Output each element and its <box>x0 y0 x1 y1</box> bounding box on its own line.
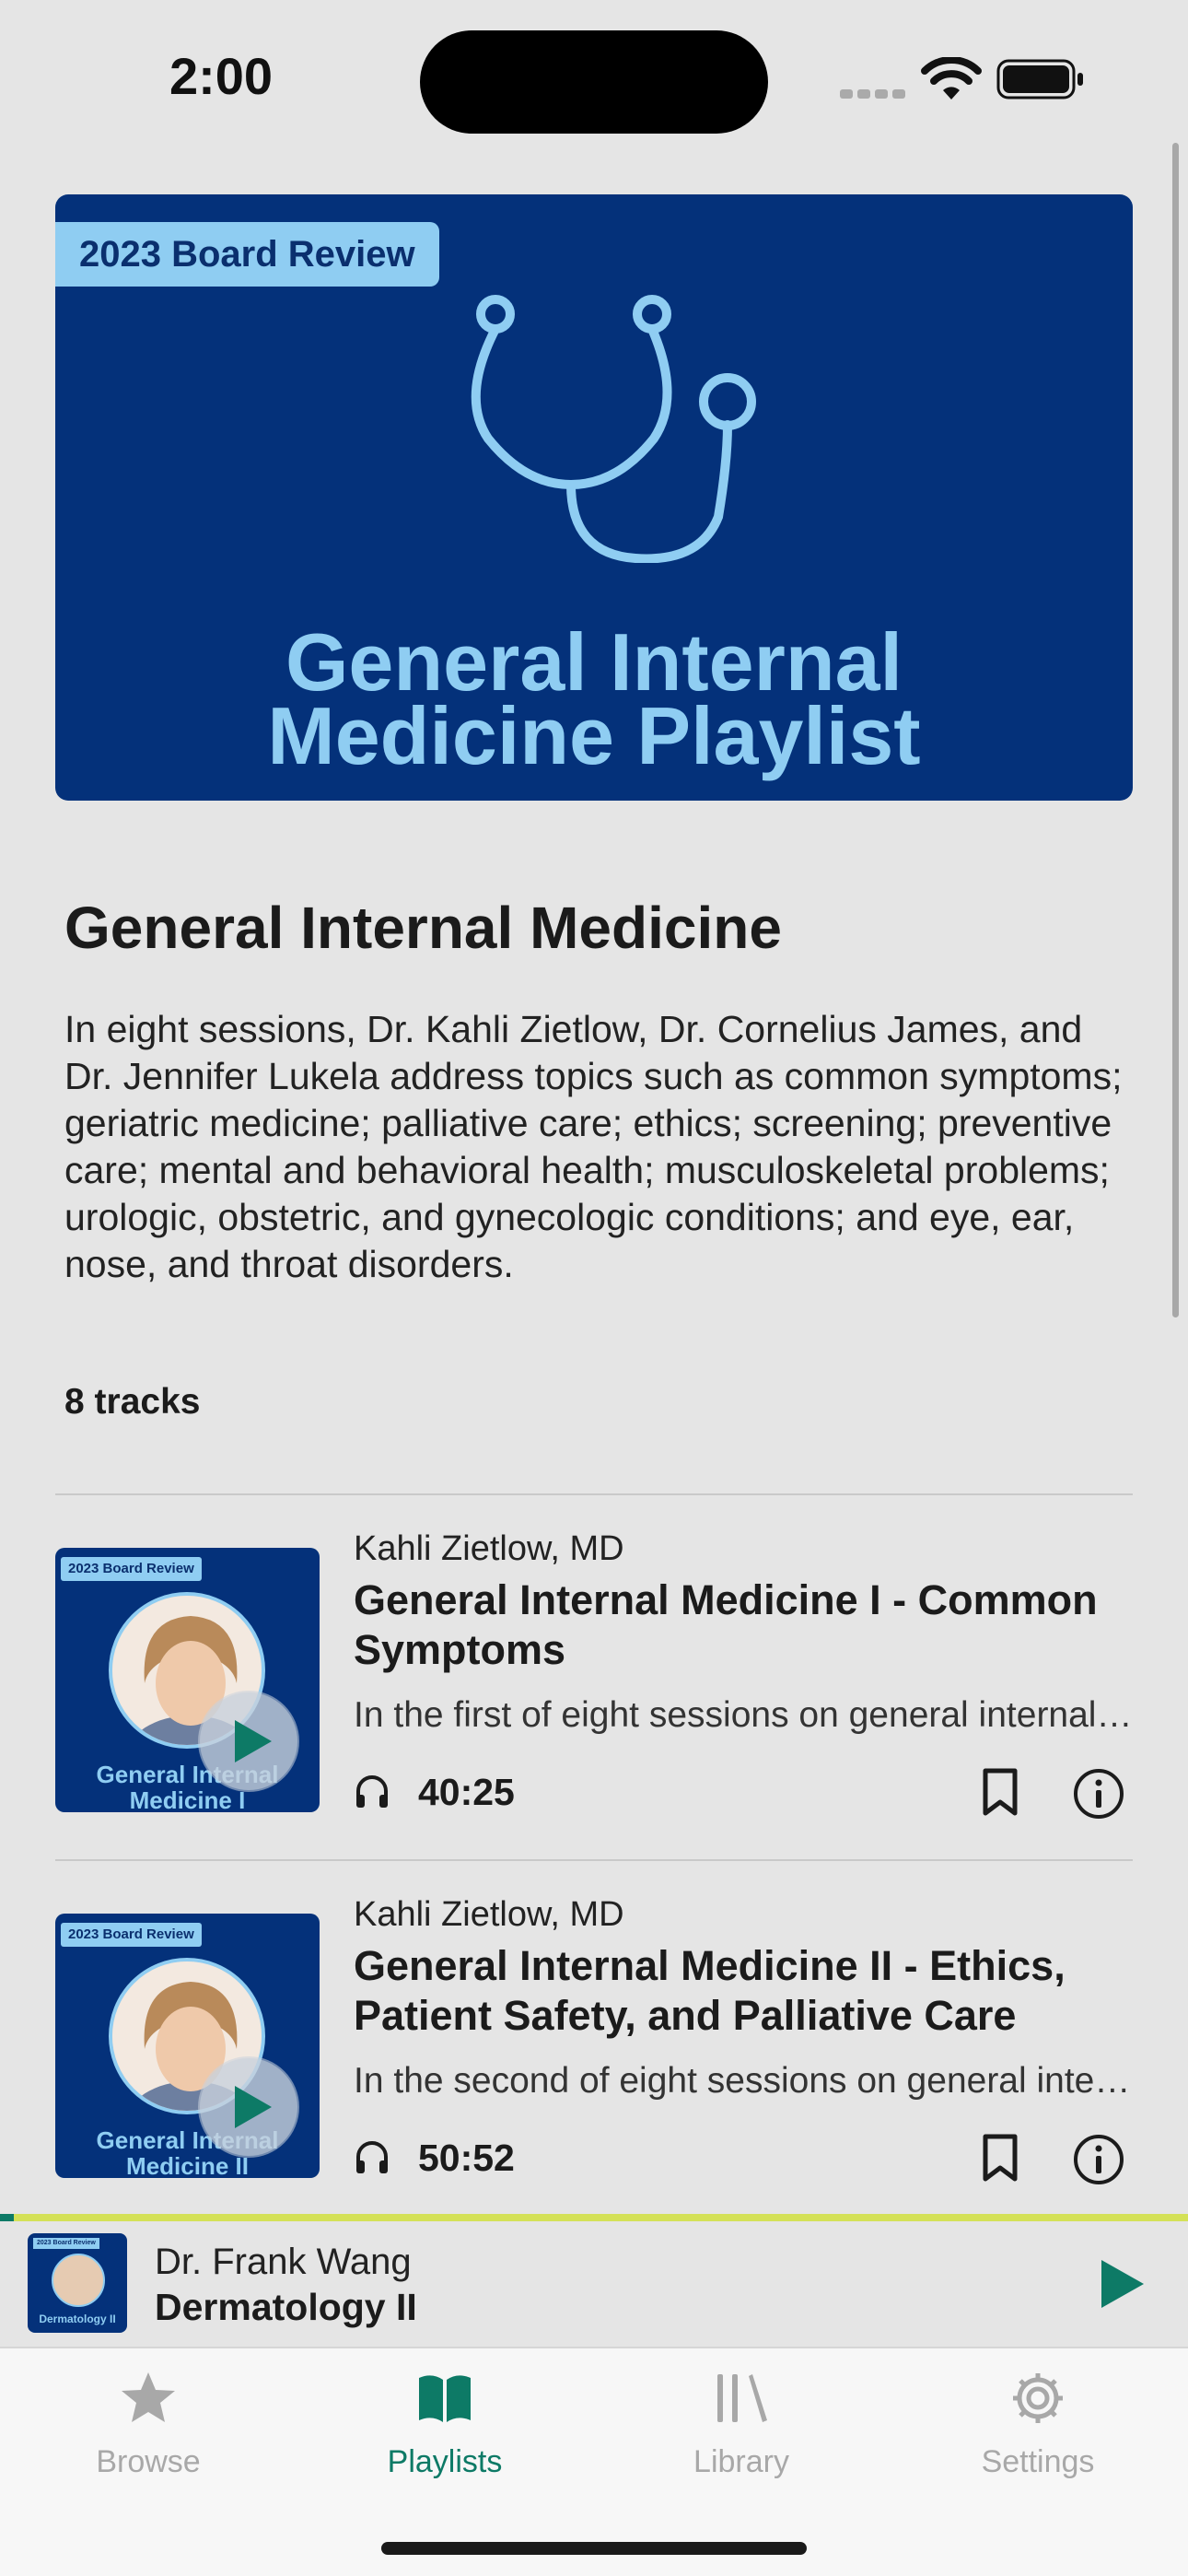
track-thumbnail[interactable]: 2023 Board Review General Internal Medic… <box>55 1548 320 1812</box>
status-time: 2:00 <box>169 47 274 105</box>
tab-label: Library <box>693 2444 789 2479</box>
track-row[interactable]: 2023 Board Review General Internal Medic… <box>55 1895 1136 2199</box>
mini-art-caption: Dermatology II <box>39 2313 116 2325</box>
track-title[interactable]: General Internal Medicine II - Ethics, P… <box>354 1941 1118 2041</box>
star-icon <box>122 2372 175 2422</box>
mini-player-play-button[interactable] <box>1094 2256 1149 2312</box>
mini-player-artwork[interactable]: 2023 Board Review Dermatology II <box>28 2233 127 2333</box>
thumb-badge: 2023 Board Review <box>61 1923 202 1947</box>
hero-title: General Internal Medicine Playlist <box>55 616 1133 781</box>
mini-player-progress-bar[interactable] <box>0 2214 1188 2221</box>
tab-settings[interactable]: Settings <box>890 2369 1186 2507</box>
bookmark-icon[interactable] <box>980 1767 1020 1817</box>
tab-label: Playlists <box>387 2444 503 2479</box>
tab-library[interactable]: Library <box>593 2369 890 2507</box>
hero-badge: 2023 Board Review <box>55 222 439 287</box>
mini-player-author: Dr. Frank Wang <box>155 2242 412 2282</box>
mini-art-badge: 2023 Board Review <box>33 2238 99 2249</box>
playlist-description: In eight sessions, Dr. Kahli Zietlow, Dr… <box>64 1008 1123 1285</box>
progress-elapsed <box>0 2214 15 2221</box>
status-bar: 2:00 <box>0 0 1188 138</box>
cellular-signal-icon <box>840 87 910 103</box>
wifi-icon <box>921 57 982 100</box>
bookmark-icon[interactable] <box>980 2133 1020 2183</box>
divider <box>55 1493 1133 1495</box>
track-thumbnail[interactable]: 2023 Board Review General Internal Medic… <box>55 1914 320 2178</box>
track-author: Kahli Zietlow, MD <box>354 1895 624 1934</box>
gear-icon <box>1013 2373 1063 2423</box>
track-duration: 50:52 <box>418 2137 515 2179</box>
playlist-hero-image: 2023 Board Review General Internal Medic… <box>55 194 1133 801</box>
divider <box>55 1859 1133 1861</box>
headphones-icon <box>356 1775 388 1808</box>
track-row[interactable]: 2023 Board Review General Internal Medic… <box>55 1529 1136 1833</box>
play-icon[interactable] <box>198 2056 299 2158</box>
battery-icon <box>996 59 1083 100</box>
scroll-indicator[interactable] <box>1172 143 1179 1317</box>
tab-playlists[interactable]: Playlists <box>297 2369 593 2507</box>
track-count: 8 tracks <box>64 1382 201 1422</box>
stethoscope-icon <box>471 295 756 563</box>
book-icon <box>419 2375 471 2422</box>
track-title[interactable]: General Internal Medicine I - Common Sym… <box>354 1575 1118 1675</box>
mini-player-title: Dermatology II <box>155 2286 417 2328</box>
speaker-photo <box>52 2254 105 2307</box>
home-indicator[interactable] <box>381 2542 807 2555</box>
hero-title-line1: General Internal <box>285 616 903 708</box>
hero-title-line2: Medicine Playlist <box>267 690 921 781</box>
mini-player[interactable]: 2023 Board Review Dermatology II Dr. Fra… <box>0 2221 1188 2347</box>
headphones-icon <box>356 2141 388 2173</box>
thumb-badge: 2023 Board Review <box>61 1557 202 1581</box>
info-icon[interactable] <box>1072 1767 1125 1821</box>
info-icon[interactable] <box>1072 2133 1125 2186</box>
library-icon <box>717 2374 767 2422</box>
track-description: In the first of eight sessions on genera… <box>354 1695 1136 1735</box>
track-meta: 50:52 <box>354 2133 1136 2184</box>
play-icon[interactable] <box>198 1691 299 1792</box>
track-description: In the second of eight sessions on gener… <box>354 2061 1136 2101</box>
dynamic-island <box>420 30 768 134</box>
track-duration: 40:25 <box>418 1771 515 1813</box>
track-author: Kahli Zietlow, MD <box>354 1529 624 1568</box>
tab-browse[interactable]: Browse <box>0 2369 297 2507</box>
playlist-title: General Internal Medicine <box>64 895 782 961</box>
tab-label: Browse <box>96 2444 201 2479</box>
tab-label: Settings <box>981 2444 1095 2479</box>
track-meta: 40:25 <box>354 1767 1136 1819</box>
